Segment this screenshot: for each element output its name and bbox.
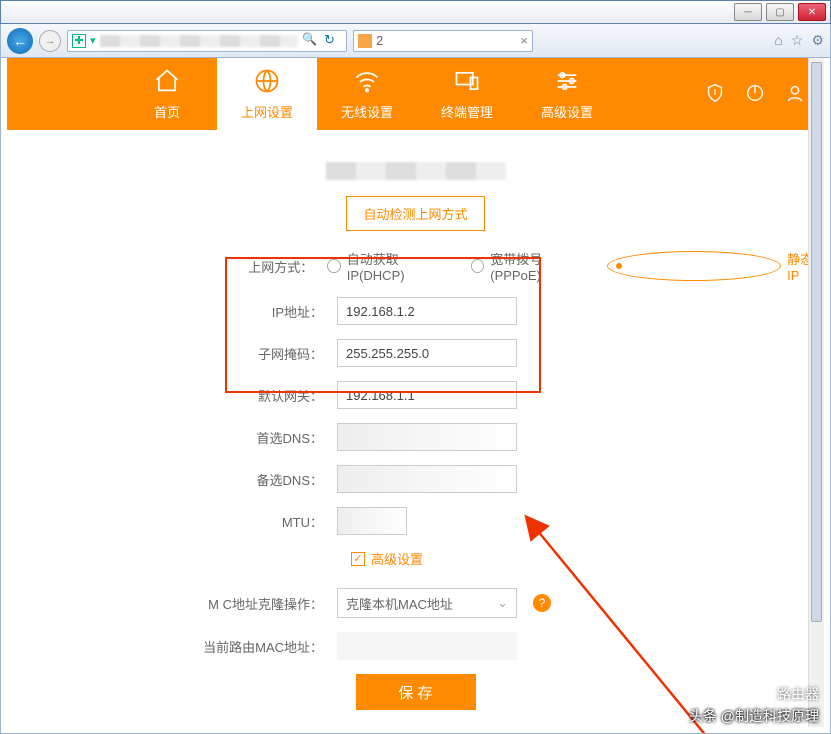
nav-internet-settings[interactable]: 上网设置 <box>217 58 317 130</box>
search-icon[interactable]: 🔍 <box>302 32 320 50</box>
browser-tab[interactable]: 2 × <box>353 30 533 52</box>
mask-label: 子网掩码： <box>7 344 337 363</box>
mac-clone-label: M C地址克隆操作： <box>7 594 337 613</box>
nav-wireless[interactable]: 无线设置 <box>317 58 417 130</box>
ip-label: IP地址： <box>7 302 337 321</box>
settings-icon[interactable]: ⚙ <box>811 32 824 49</box>
watermark-secondary: 路由器 <box>777 684 819 704</box>
mask-input[interactable] <box>337 339 517 367</box>
wifi-icon <box>353 67 381 98</box>
scroll-thumb[interactable] <box>811 62 822 622</box>
back-button[interactable]: ← <box>7 28 33 54</box>
auto-detect-button[interactable]: 自动检测上网方式 <box>346 196 484 231</box>
forward-button[interactable]: → <box>39 30 61 52</box>
dns1-label: 首选DNS： <box>7 428 337 447</box>
current-mac-label: 当前路由MAC地址： <box>7 637 337 656</box>
tab-favicon <box>358 34 372 48</box>
nav-devices[interactable]: 终端管理 <box>417 58 517 130</box>
checkbox-icon: ✓ <box>351 552 365 566</box>
nav-home[interactable]: 首页 <box>117 58 217 130</box>
conn-type-label: 上网方式： <box>7 257 327 276</box>
favorites-icon[interactable]: ☆ <box>791 32 804 49</box>
shield-icon[interactable] <box>704 82 726 107</box>
advanced-checkbox[interactable]: ✓ 高级设置 <box>351 549 824 568</box>
browser-toolbar: ← → ✚ ▾ 🔍 ↻ 2 × ⌂ ☆ ⚙ <box>0 24 831 58</box>
add-protect-icon: ✚ <box>72 34 86 48</box>
window-minimize[interactable]: ─ <box>734 3 762 21</box>
window-titlebar: ─ ▢ ✕ <box>0 0 831 24</box>
scrollbar[interactable] <box>808 58 824 727</box>
gateway-input[interactable] <box>337 381 517 409</box>
dns2-input[interactable] <box>337 465 517 493</box>
nav-label: 首页 <box>154 102 180 121</box>
sliders-icon <box>553 67 581 98</box>
chevron-down-icon: ⌄ <box>497 595 508 611</box>
page-title <box>326 162 506 180</box>
nav-advanced[interactable]: 高级设置 <box>517 58 617 130</box>
help-icon[interactable]: ? <box>533 594 551 612</box>
url-text <box>100 35 298 47</box>
main-nav: 首页 上网设置 无线设置 终端管理 高级设置 <box>7 58 824 130</box>
mac-clone-select[interactable]: 克隆本机MAC地址 ⌄ <box>337 588 517 618</box>
user-icon[interactable] <box>784 82 806 107</box>
globe-icon <box>253 67 281 98</box>
devices-icon <box>453 67 481 98</box>
tab-title: 2 <box>376 33 383 48</box>
tab-close[interactable]: × <box>520 33 528 48</box>
gateway-label: 默认网关： <box>7 386 337 405</box>
address-bar[interactable]: ✚ ▾ 🔍 ↻ <box>67 30 347 52</box>
home-icon[interactable]: ⌂ <box>774 32 782 49</box>
dns2-label: 备选DNS： <box>7 470 337 489</box>
ip-input[interactable] <box>337 297 517 325</box>
nav-label: 无线设置 <box>341 102 393 121</box>
mtu-input[interactable] <box>337 507 407 535</box>
dns1-input[interactable] <box>337 423 517 451</box>
nav-label: 上网设置 <box>241 102 293 121</box>
radio-dhcp[interactable]: 自动获取IP(DHCP) <box>327 249 452 283</box>
advanced-label: 高级设置 <box>371 549 423 568</box>
radio-static[interactable]: 静态IP <box>607 249 824 283</box>
radio-pppoe[interactable]: 宽带拨号(PPPoE) <box>471 249 590 283</box>
current-mac-value <box>337 632 517 660</box>
watermark-primary: 头条 @制造科技原理 <box>689 706 819 726</box>
window-maximize[interactable]: ▢ <box>766 3 794 21</box>
nav-label: 终端管理 <box>441 102 493 121</box>
power-icon[interactable] <box>744 82 766 107</box>
dropdown-icon: ▾ <box>90 34 96 47</box>
refresh-icon[interactable]: ↻ <box>324 32 342 50</box>
window-close[interactable]: ✕ <box>798 3 826 21</box>
home-icon <box>153 67 181 98</box>
annotation-arrow <box>507 510 787 734</box>
nav-label: 高级设置 <box>541 102 593 121</box>
mtu-label: MTU： <box>7 512 337 531</box>
save-button[interactable]: 保 存 <box>356 674 476 710</box>
